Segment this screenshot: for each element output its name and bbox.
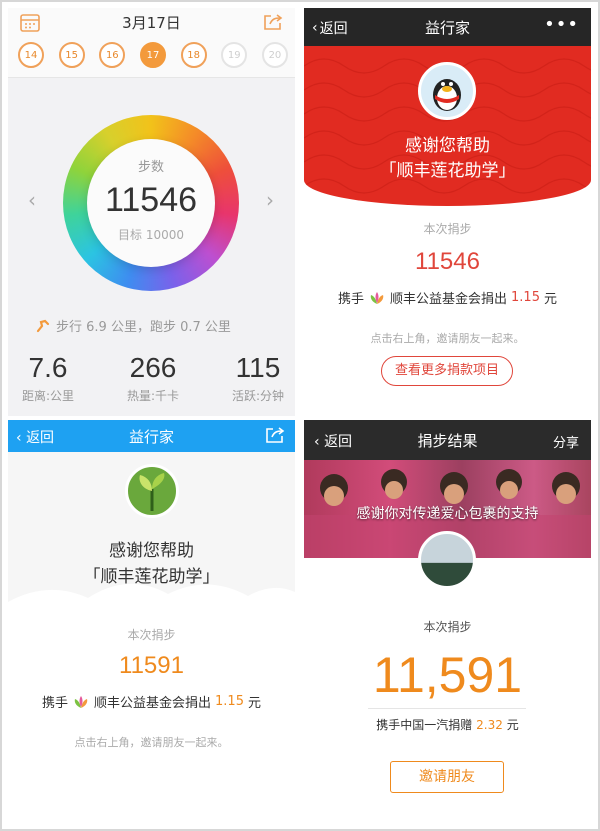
donated-steps-value: 11,591 (372, 647, 523, 703)
stat-distance: 7.6 距离:公里 (22, 352, 74, 404)
qq-penguin-avatar (418, 62, 476, 120)
donated-steps-label: 本次捐步 (127, 628, 176, 642)
more-options-icon[interactable]: ••• (544, 14, 579, 35)
sprout-icon (139, 473, 165, 511)
donate-text: 携手中国一汽捐赠 (376, 718, 473, 732)
next-day-arrow-icon[interactable]: › (266, 188, 274, 212)
stat-label: 距离:公里 (22, 389, 75, 403)
plant-avatar (125, 464, 179, 518)
date-bar: 3月17日 14 15 16 17 18 19 20 (8, 8, 295, 78)
day-button-selected[interactable]: 17 (139, 42, 166, 68)
share-button[interactable]: 分享 (553, 432, 579, 451)
more-projects-button[interactable]: 查看更多捐款项目 (381, 356, 513, 386)
donate-org: 顺丰公益基金会捐出 (94, 696, 212, 711)
stat-value: 266 (129, 352, 177, 383)
step-result-panel: ‹ 返回 捐步结果 分享 感谢你对传递爱心包裹的支持 本次捐步 11,591 携… (304, 420, 591, 823)
thanks-line-2: 「顺丰莲花助学」 (379, 161, 516, 181)
stat-value: 7.6 (28, 352, 68, 383)
day-button[interactable]: 16 (99, 42, 126, 68)
walk-summary: 步行 6.9 公里，跑步 0.7 公里 (36, 316, 231, 335)
donate-prefix: 携手 (42, 696, 69, 711)
day-button[interactable]: 18 (180, 42, 207, 68)
share-icon[interactable] (265, 426, 285, 444)
red-banner: 感谢您帮助 「顺丰莲花助学」 (304, 46, 591, 206)
donation-line: 携手中国一汽捐赠 2.32 元 (304, 716, 591, 733)
nav-bar: ‹ 返回 益行家 (8, 420, 295, 452)
thanks-line-1: 感谢您帮助 (405, 136, 490, 156)
donated-steps-label: 本次捐步 (423, 620, 472, 634)
nav-title: 捐步结果 (417, 432, 478, 450)
nav-title: 益行家 (128, 428, 174, 446)
stat-active-minutes: 115 活跃:分钟 (232, 352, 284, 404)
lotus-logo-icon (370, 291, 384, 304)
steps-value: 11546 (104, 181, 198, 219)
day-selector: 14 15 16 17 18 19 20 (18, 42, 288, 68)
day-button[interactable]: 14 (18, 42, 44, 68)
charity-red-panel: ‹ 返回 益行家 ••• 感谢您帮助 「顺丰莲花助学」 本次捐步 11546 携… (304, 8, 591, 414)
step-ring-center: 步数 11546 目标 10000 (87, 139, 215, 267)
stats-row: 7.6 距离:公里 266 热量:千卡 115 活跃:分钟 (22, 352, 284, 404)
donate-amount: 1.15 (511, 290, 540, 305)
share-icon[interactable] (263, 13, 283, 31)
steps-label: 步数 (137, 160, 164, 175)
donate-unit: 元 (543, 292, 557, 307)
previous-day-arrow-icon[interactable]: ‹ (28, 188, 36, 212)
donated-steps-value: 11591 (119, 652, 184, 679)
nav-bar: ‹ 返回 捐步结果 分享 (304, 420, 591, 460)
current-date: 3月17日 (122, 14, 181, 32)
day-button-disabled: 19 (221, 42, 248, 68)
lotus-logo-icon (74, 695, 88, 708)
donate-amount: 2.32 (476, 718, 503, 732)
invite-hint: 点击右上角，邀请朋友一起来。 (74, 736, 229, 749)
stat-calories: 266 热量:千卡 (127, 352, 179, 404)
donate-prefix: 携手 (338, 292, 365, 307)
photo-caption: 感谢你对传递爱心包裹的支持 (356, 506, 539, 522)
nav-bar: ‹ 返回 益行家 ••• (304, 8, 591, 46)
user-avatar (418, 531, 476, 589)
stat-value: 115 (235, 352, 281, 383)
donate-unit: 元 (247, 696, 261, 711)
donated-steps-value: 11546 (415, 248, 480, 275)
donate-unit: 元 (506, 718, 519, 732)
penguin-icon (433, 79, 461, 111)
stat-label: 活跃:分钟 (231, 389, 284, 403)
donated-steps-label: 本次捐步 (423, 222, 472, 236)
donate-org: 顺丰公益基金会捐出 (390, 292, 508, 307)
donation-line: 携手 顺丰公益基金会捐出 1.15 元 (304, 288, 591, 307)
steps-target: 目标 10000 (118, 228, 184, 242)
charity-blue-panel: ‹ 返回 益行家 感谢您帮助 「顺丰莲花助学」 本次捐步 11591 携手 顺丰… (8, 420, 295, 823)
step-progress-ring: 步数 11546 目标 10000 (63, 115, 239, 291)
runner-icon (36, 319, 50, 332)
walk-summary-text: 步行 6.9 公里，跑步 0.7 公里 (56, 320, 231, 335)
thanks-line-2: 「顺丰莲花助学」 (83, 567, 220, 587)
day-button[interactable]: 15 (58, 42, 85, 68)
invite-hint: 点击右上角，邀请朋友一起来。 (370, 332, 525, 345)
stat-label: 热量:千卡 (126, 389, 180, 403)
donate-amount: 1.15 (215, 694, 244, 709)
step-counter-panel: 3月17日 14 15 16 17 18 19 20 ‹ 步数 11546 目标… (8, 8, 295, 416)
donation-line: 携手 顺丰公益基金会捐出 1.15 元 (8, 692, 295, 711)
thanks-line-1: 感谢您帮助 (109, 541, 194, 561)
invite-friends-button[interactable]: 邀请朋友 (390, 761, 504, 793)
thanks-header: 感谢您帮助 「顺丰莲花助学」 (8, 452, 295, 624)
day-button-disabled: 20 (261, 42, 288, 68)
divider (368, 708, 526, 709)
